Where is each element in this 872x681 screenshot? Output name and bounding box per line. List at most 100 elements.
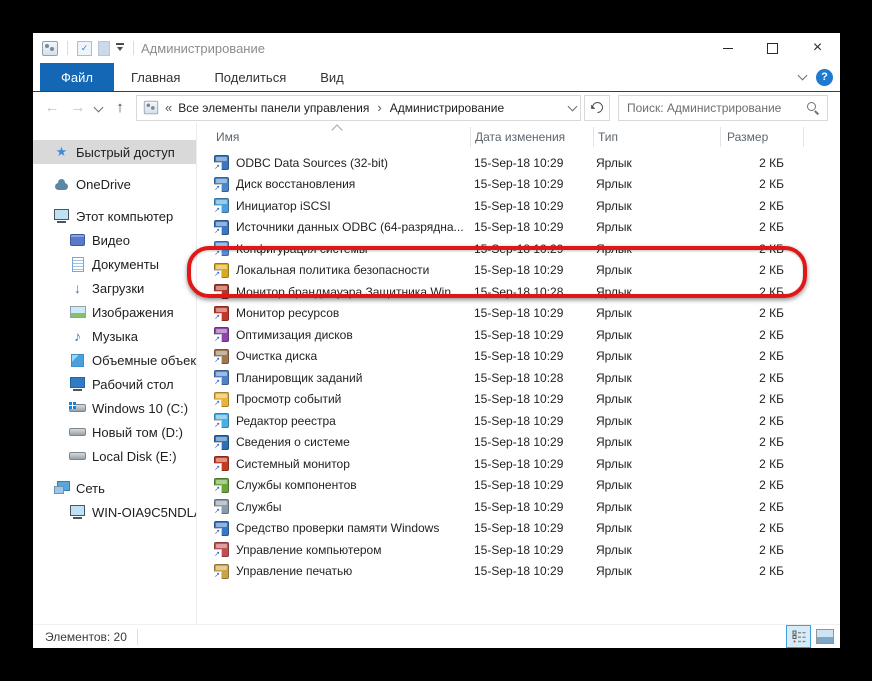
shortcut-arrow-icon: ↗: [214, 292, 221, 299]
file-date: 15-Sep-18 10:29: [470, 392, 592, 406]
large-icons-view-button[interactable]: [816, 629, 834, 644]
refresh-button[interactable]: [584, 95, 610, 121]
up-button[interactable]: ↑: [108, 100, 132, 115]
music-icon: [69, 328, 86, 344]
minimize-button[interactable]: [705, 33, 750, 63]
file-name-cell: ↗ Управление печатью: [214, 564, 470, 579]
sidebar-item[interactable]: Видео: [33, 228, 196, 252]
search-box[interactable]: [618, 95, 828, 121]
collapse-ribbon-chevron-icon[interactable]: [798, 71, 808, 81]
table-row[interactable]: ↗ Просмотр событий 15-Sep-18 10:29 Ярлык…: [197, 389, 840, 411]
sidebar-item-label: Этот компьютер: [76, 209, 173, 224]
column-header-label: Имя: [216, 130, 239, 144]
file-name-cell: ↗ Монитор ресурсов: [214, 306, 470, 321]
table-row[interactable]: ↗ Системный монитор 15-Sep-18 10:29 Ярлы…: [197, 453, 840, 475]
search-input[interactable]: [619, 101, 806, 115]
table-row[interactable]: ↗ Планировщик заданий 15-Sep-18 10:28 Яр…: [197, 367, 840, 389]
sidebar-item[interactable]: Сеть: [33, 476, 196, 500]
breadcrumb-item[interactable]: Все элементы панели управления: [178, 101, 369, 115]
file-name-cell: ↗ Монитор брандмауэра Защитника Win...: [214, 284, 470, 299]
file-type: Ярлык: [592, 328, 718, 342]
recent-locations-chevron-icon[interactable]: [94, 103, 104, 113]
details-view-icon: [792, 630, 806, 643]
sidebar-item[interactable]: Изображения: [33, 300, 196, 324]
ribbon-tab[interactable]: Вид: [303, 63, 361, 91]
file-date: 15-Sep-18 10:29: [470, 263, 592, 277]
table-row[interactable]: ↗ Очистка диска 15-Sep-18 10:29 Ярлык 2 …: [197, 346, 840, 368]
address-dropdown-chevron-icon[interactable]: [568, 101, 578, 111]
file-size: 2 КБ: [718, 242, 784, 256]
sidebar-item[interactable]: Новый том (D:): [33, 420, 196, 444]
file-name: Источники данных ODBC (64-разрядна...: [236, 220, 464, 234]
table-row[interactable]: ↗ Службы 15-Sep-18 10:29 Ярлык 2 КБ: [197, 496, 840, 518]
file-name: Монитор ресурсов: [236, 306, 339, 320]
ribbon-tab[interactable]: Главная: [114, 63, 197, 91]
downloads-icon: [69, 280, 86, 296]
help-button[interactable]: ?: [816, 69, 833, 86]
file-name-cell: ↗ Системный монитор: [214, 456, 470, 471]
sidebar-item[interactable]: Windows 10 (C:): [33, 396, 196, 420]
back-button[interactable]: ←: [41, 100, 63, 115]
table-row[interactable]: ↗ Локальная политика безопасности 15-Sep…: [197, 260, 840, 282]
ribbon-tab[interactable]: Файл: [40, 63, 114, 91]
search-icon[interactable]: [806, 101, 820, 115]
table-row[interactable]: ↗ Сведения о системе 15-Sep-18 10:29 Ярл…: [197, 432, 840, 454]
customize-caret-icon[interactable]: [116, 43, 124, 54]
file-size: 2 КБ: [718, 285, 784, 299]
sidebar-item[interactable]: WIN-OIA9C5NDLAN: [33, 500, 196, 524]
address-bar[interactable]: « Все элементы панели управления › Админ…: [136, 95, 581, 121]
sidebar-item[interactable]: Этот компьютер: [33, 204, 196, 228]
sidebar-item[interactable]: Рабочий стол: [33, 372, 196, 396]
table-row[interactable]: ↗ Службы компонентов 15-Sep-18 10:29 Ярл…: [197, 475, 840, 497]
file-name-cell: ↗ Средство проверки памяти Windows: [214, 521, 470, 536]
column-header-size[interactable]: Размер: [721, 127, 804, 147]
table-row[interactable]: ↗ Монитор ресурсов 15-Sep-18 10:29 Ярлык…: [197, 303, 840, 325]
close-button[interactable]: ×: [795, 33, 840, 63]
sidebar-item[interactable]: Объемные объекты: [33, 348, 196, 372]
sidebar-item[interactable]: Быстрый доступ: [33, 140, 196, 164]
sidebar-item-label: OneDrive: [76, 177, 131, 192]
sidebar-item[interactable]: Local Disk (E:): [33, 444, 196, 468]
table-row[interactable]: ↗ Редактор реестра 15-Sep-18 10:29 Ярлык…: [197, 410, 840, 432]
file-icon[interactable]: [98, 41, 110, 56]
desktop-icon: [69, 376, 86, 392]
table-row[interactable]: ↗ Управление печатью 15-Sep-18 10:29 Ярл…: [197, 561, 840, 583]
file-name: Оптимизация дисков: [236, 328, 353, 342]
table-row[interactable]: ↗ Средство проверки памяти Windows 15-Se…: [197, 518, 840, 540]
table-row[interactable]: ↗ Оптимизация дисков 15-Sep-18 10:29 Ярл…: [197, 324, 840, 346]
sidebar-item[interactable]: Музыка: [33, 324, 196, 348]
file-type: Ярлык: [592, 564, 718, 578]
ribbon-tab[interactable]: Поделиться: [197, 63, 303, 91]
table-row[interactable]: ↗ Диск восстановления 15-Sep-18 10:29 Яр…: [197, 174, 840, 196]
table-row[interactable]: ↗ Управление компьютером 15-Sep-18 10:29…: [197, 539, 840, 561]
column-header-label: Размер: [727, 130, 768, 144]
file-size: 2 КБ: [718, 306, 784, 320]
table-row[interactable]: ↗ Монитор брандмауэра Защитника Win... 1…: [197, 281, 840, 303]
file-type: Ярлык: [592, 177, 718, 191]
sidebar-item[interactable]: OneDrive: [33, 172, 196, 196]
file-date: 15-Sep-18 10:29: [470, 220, 592, 234]
table-row[interactable]: ↗ Конфигурация системы 15-Sep-18 10:29 Я…: [197, 238, 840, 260]
breadcrumb-item[interactable]: Администрирование: [390, 101, 504, 115]
checkbox-icon[interactable]: [77, 41, 92, 56]
table-row[interactable]: ↗ Инициатор iSCSI 15-Sep-18 10:29 Ярлык …: [197, 195, 840, 217]
status-divider: [137, 629, 138, 645]
file-name-cell: ↗ Оптимизация дисков: [214, 327, 470, 342]
sidebar-item-label: Музыка: [92, 329, 138, 344]
file-name-cell: ↗ Диск восстановления: [214, 177, 470, 192]
file-size: 2 КБ: [718, 328, 784, 342]
sidebar-item[interactable]: Загрузки: [33, 276, 196, 300]
maximize-button[interactable]: [750, 33, 795, 63]
shortcut-file-icon: ↗: [214, 499, 229, 514]
column-header-date[interactable]: Дата изменения: [471, 127, 594, 147]
network-pc-icon: [69, 504, 86, 520]
sidebar-item[interactable]: Документы: [33, 252, 196, 276]
breadcrumb-prefix[interactable]: «: [165, 100, 172, 115]
forward-button[interactable]: →: [67, 100, 89, 115]
shortcut-file-icon: ↗: [214, 435, 229, 450]
table-row[interactable]: ↗ ODBC Data Sources (32-bit) 15-Sep-18 1…: [197, 152, 840, 174]
column-header-type[interactable]: Тип: [594, 127, 721, 147]
shortcut-file-icon: ↗: [214, 177, 229, 192]
details-view-button[interactable]: [786, 625, 811, 648]
table-row[interactable]: ↗ Источники данных ODBC (64-разрядна... …: [197, 217, 840, 239]
